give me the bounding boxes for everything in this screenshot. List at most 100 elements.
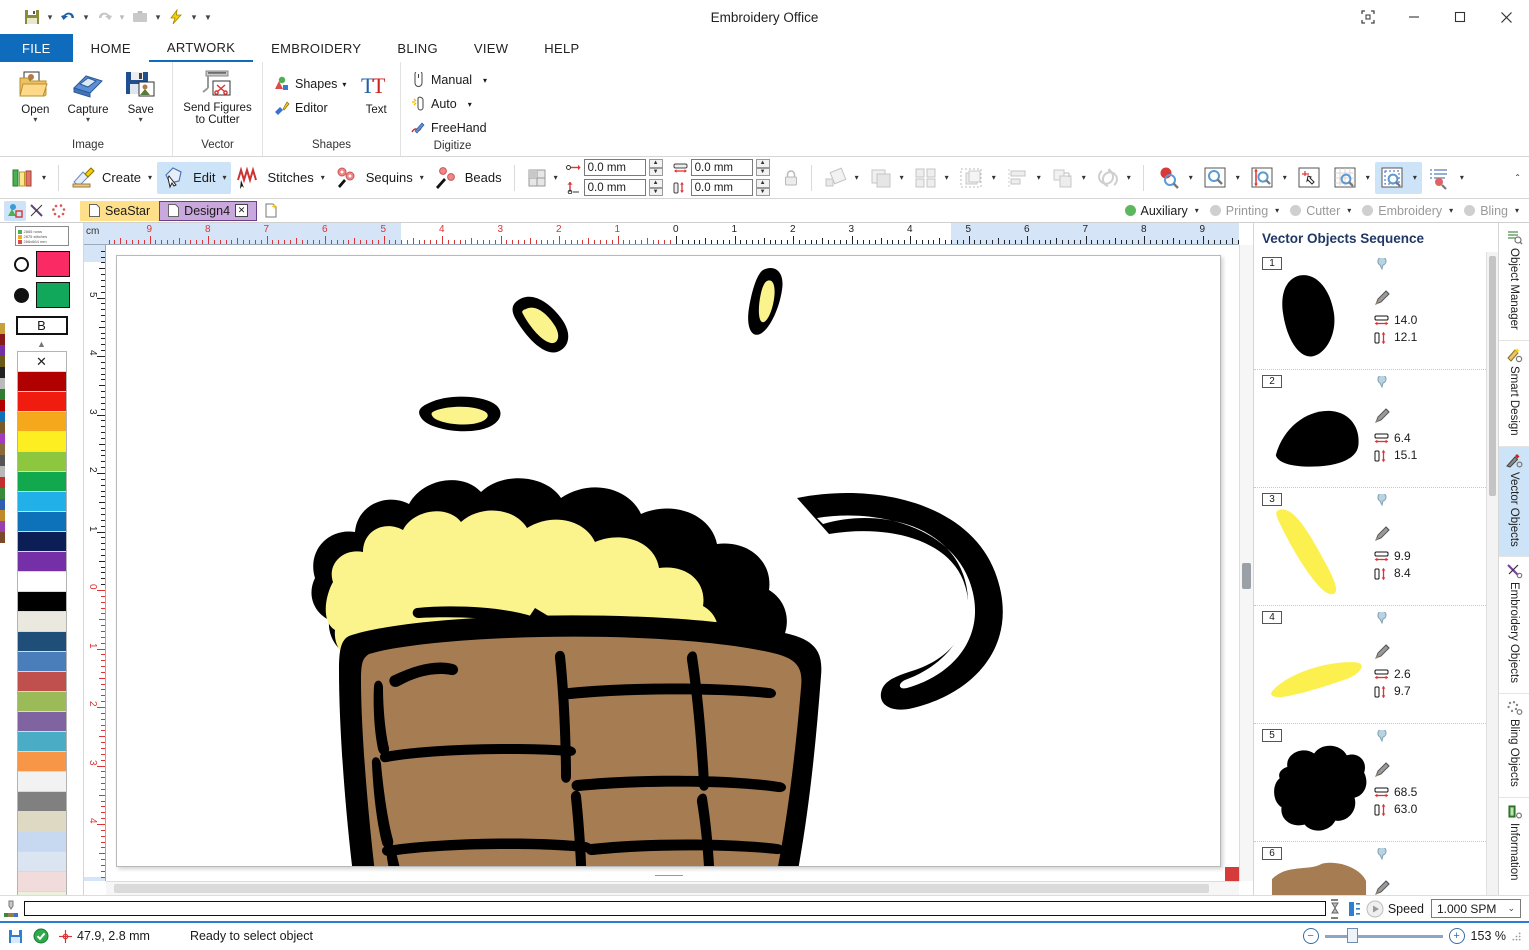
color-bar-icon[interactable] (1348, 900, 1362, 918)
recent-color[interactable] (0, 422, 5, 433)
play-icon[interactable] (1366, 900, 1384, 918)
editor-button[interactable]: Editor (269, 96, 350, 120)
capture-button[interactable]: Capture ▾ (63, 66, 114, 124)
bling-mode-icon[interactable] (48, 201, 70, 221)
fill-color-chip[interactable] (35, 282, 70, 308)
table-row[interactable]: 6 (1254, 842, 1498, 895)
open-dropdown-caret[interactable]: ▾ (33, 116, 37, 124)
zoom-grid-caret[interactable]: ▾ (1364, 173, 1370, 182)
anchor-grid-caret[interactable]: ▾ (552, 173, 558, 182)
ribbon-tab-view[interactable]: VIEW (456, 34, 526, 62)
palette-swatch[interactable] (17, 552, 66, 572)
zoom-height-button[interactable]: ▾ (1245, 162, 1292, 194)
recent-color[interactable] (0, 378, 5, 389)
rotate-skew-button[interactable]: ▾ (819, 162, 864, 194)
object-thumbnail[interactable] (1264, 386, 1374, 482)
outline-color-chip[interactable] (35, 251, 70, 277)
save-image-dropdown-caret[interactable]: ▾ (139, 116, 143, 124)
palette-swatch[interactable] (17, 672, 66, 692)
order-caret[interactable]: ▾ (898, 173, 904, 182)
thread-colors-caret[interactable]: ▾ (40, 173, 46, 182)
rotate-skew-caret[interactable]: ▾ (853, 173, 859, 182)
machine-head-icon[interactable] (0, 900, 22, 918)
order-button[interactable]: ▾ (864, 162, 909, 194)
sequins-button[interactable]: Sequins ▾ (330, 162, 429, 194)
zoom-out-button[interactable]: − (1302, 928, 1319, 944)
mirror-button[interactable]: ▾ (1091, 162, 1136, 194)
position-y-spinner[interactable]: ▲ ▼ (648, 179, 663, 196)
zoom-pin-caret[interactable]: ▾ (1187, 173, 1193, 182)
pencil-edit-icon[interactable] (1374, 878, 1392, 895)
palette-swatch[interactable] (17, 512, 66, 532)
recent-color[interactable] (0, 356, 5, 367)
width-spinner[interactable]: ▲ ▼ (755, 159, 770, 176)
select-all-button[interactable]: ▾ (954, 162, 1001, 194)
new-document-icon[interactable] (265, 203, 279, 218)
zoom-slider-knob[interactable] (1346, 927, 1358, 943)
status-cutter-caret[interactable]: ▾ (1345, 206, 1351, 215)
recent-color[interactable] (0, 532, 5, 543)
visibility-icon[interactable] (1374, 258, 1392, 274)
sequins-caret[interactable]: ▾ (418, 173, 424, 182)
zoom-height-caret[interactable]: ▾ (1281, 173, 1287, 182)
palette-swatch[interactable] (17, 772, 66, 792)
maximize-icon[interactable] (1437, 0, 1483, 34)
pencil-edit-icon[interactable] (1374, 760, 1392, 778)
ribbon-tab-help[interactable]: HELP (526, 34, 597, 62)
recent-color[interactable] (0, 499, 5, 510)
palette-swatch[interactable] (17, 372, 66, 392)
restore-layout-icon[interactable] (1345, 0, 1391, 34)
table-row[interactable]: 4 2.6 9.7 (1254, 606, 1498, 724)
manual-digitize-button[interactable]: Manual ▾ (407, 68, 491, 92)
undo-icon[interactable] (58, 6, 78, 28)
save-icon[interactable] (22, 6, 42, 28)
outline-color-row[interactable] (13, 251, 70, 277)
status-embroidery-caret[interactable]: ▾ (1447, 206, 1453, 215)
auto-digitize-button[interactable]: Auto ▾ (407, 92, 476, 116)
palette-swatch[interactable] (17, 392, 66, 412)
palette-swatch[interactable] (17, 592, 66, 612)
ribbon-tab-embroidery[interactable]: EMBROIDERY (253, 34, 379, 62)
palette-swatch[interactable] (17, 752, 66, 772)
save-image-button[interactable]: Save ▾ (115, 66, 166, 124)
status-cutter[interactable]: Cutter ▾ (1286, 204, 1355, 218)
visibility-icon[interactable] (1374, 494, 1392, 510)
side-tab-embroidery-objects[interactable]: Embroidery Objects (1499, 557, 1529, 695)
palette-swatch[interactable] (17, 492, 66, 512)
visibility-icon[interactable] (1374, 376, 1392, 392)
visibility-icon[interactable] (1374, 612, 1392, 628)
undo-dropdown-caret[interactable]: ▾ (80, 6, 92, 28)
status-auxiliary-caret[interactable]: ▾ (1193, 206, 1199, 215)
palette-swatch[interactable]: ✕ (17, 352, 66, 372)
palette-swatch[interactable] (17, 692, 66, 712)
palette-swatch[interactable] (17, 532, 66, 552)
status-printing[interactable]: Printing ▾ (1206, 204, 1283, 218)
recent-color[interactable] (0, 345, 5, 356)
palette-swatch[interactable] (17, 452, 66, 472)
palette-swatch[interactable] (17, 432, 66, 452)
distribute-caret[interactable]: ▾ (1080, 173, 1086, 182)
recent-color[interactable] (0, 389, 5, 400)
vector-objects-scroll-thumb[interactable] (1489, 256, 1496, 496)
canvas-vscroll-thumb[interactable] (1242, 563, 1251, 589)
zoom-window-caret[interactable]: ▾ (1234, 173, 1240, 182)
customize-qat-icon[interactable]: ▼ (202, 6, 214, 28)
align-caret[interactable]: ▾ (1035, 173, 1041, 182)
beads-button[interactable]: Beads (429, 162, 507, 194)
stitches-caret[interactable]: ▾ (319, 173, 325, 182)
shapes-dropdown-caret[interactable]: ▾ (342, 80, 346, 89)
palette-swatch[interactable] (17, 792, 66, 812)
pencil-edit-icon[interactable] (1374, 524, 1392, 542)
side-tab-smart-design[interactable]: Smart Design (1499, 341, 1529, 447)
recent-color[interactable] (0, 367, 5, 378)
sequence-track[interactable] (24, 901, 1326, 916)
document-tab-design4[interactable]: Design4 ✕ (159, 200, 258, 221)
visibility-icon[interactable] (1374, 730, 1392, 746)
bold-toggle[interactable]: B (15, 316, 68, 335)
create-button[interactable]: Create ▾ (66, 162, 157, 194)
palette-swatch[interactable] (17, 872, 66, 892)
pencil-edit-icon[interactable] (1374, 642, 1392, 660)
distribute-button[interactable]: ▾ (1046, 162, 1091, 194)
beer-mug-artwork[interactable] (117, 256, 1221, 867)
recent-color[interactable] (0, 444, 5, 455)
